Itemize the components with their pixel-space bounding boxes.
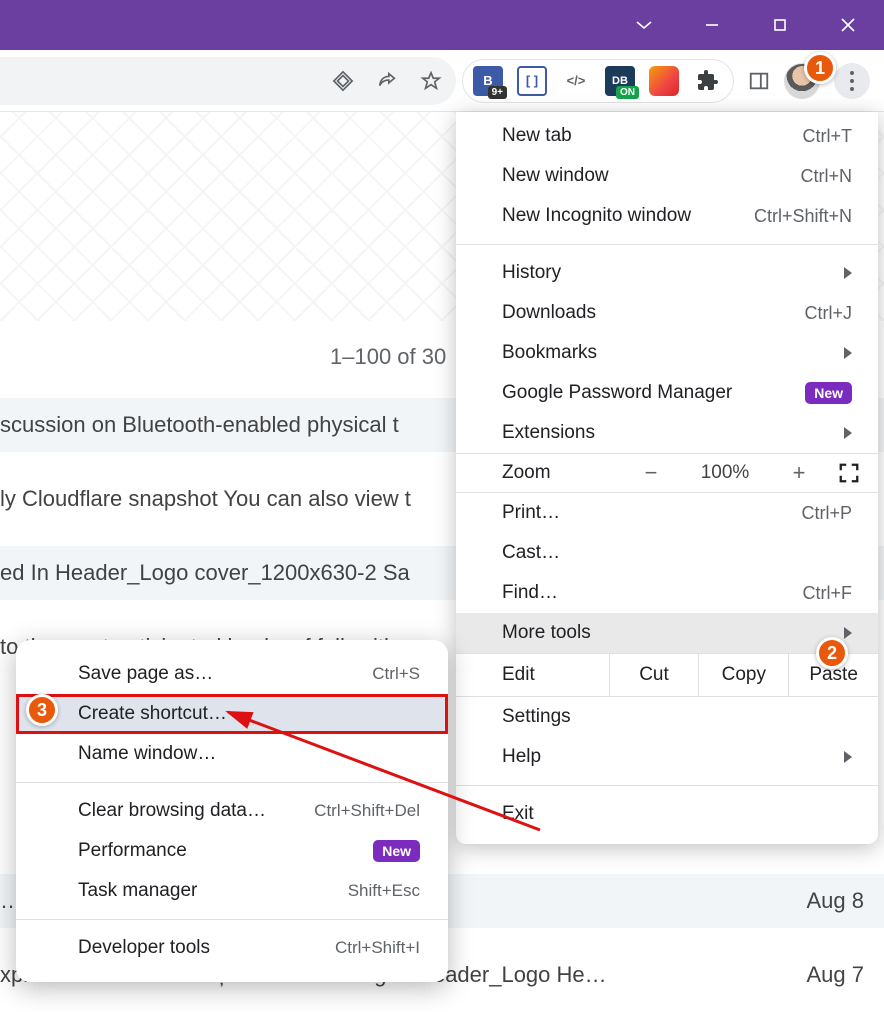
menu-new-window[interactable]: New windowCtrl+N	[456, 156, 878, 196]
menu-downloads[interactable]: DownloadsCtrl+J	[456, 293, 878, 333]
extension-icon-4[interactable]: DBON	[605, 66, 635, 96]
titlebar-chevron-icon[interactable]	[614, 5, 674, 45]
menu-cast[interactable]: Cast…	[456, 533, 878, 573]
chevron-right-icon	[844, 347, 852, 359]
menu-new-tab[interactable]: New tabCtrl+T	[456, 116, 878, 156]
menu-history[interactable]: History	[456, 253, 878, 293]
extension-icon-5[interactable]	[649, 66, 679, 96]
menu-exit[interactable]: Exit	[456, 794, 878, 834]
extension-icon-1[interactable]: B9+	[473, 66, 503, 96]
menu-help[interactable]: Help	[456, 737, 878, 777]
maximize-button[interactable]	[750, 5, 810, 45]
extensions-tray: B9+ [ ] </> DBON	[462, 59, 734, 103]
submenu-create-shortcut[interactable]: Create shortcut…	[16, 694, 448, 734]
side-panel-icon[interactable]	[748, 70, 770, 92]
submenu-name-window[interactable]: Name window…	[16, 734, 448, 774]
share-icon[interactable]	[376, 70, 398, 92]
window-titlebar	[0, 0, 884, 50]
submenu-clear-data[interactable]: Clear browsing data…Ctrl+Shift+Del	[16, 791, 448, 831]
chevron-right-icon	[844, 427, 852, 439]
menu-find[interactable]: Find…Ctrl+F	[456, 573, 878, 613]
submenu-task-manager[interactable]: Task managerShift+Esc	[16, 871, 448, 911]
chevron-right-icon	[844, 751, 852, 763]
extension-icon-2[interactable]: [ ]	[517, 66, 547, 96]
zoom-value: 100%	[690, 462, 760, 484]
chrome-main-menu: New tabCtrl+T New windowCtrl+N New Incog…	[456, 112, 878, 844]
bookmark-star-icon[interactable]	[420, 70, 442, 92]
menu-incognito[interactable]: New Incognito windowCtrl+Shift+N	[456, 196, 878, 236]
extension-icon-3[interactable]: </>	[561, 66, 591, 96]
menu-password-manager[interactable]: Google Password ManagerNew	[456, 373, 878, 413]
chrome-menu-button[interactable]	[834, 63, 870, 99]
submenu-save-page[interactable]: Save page as…Ctrl+S	[16, 654, 448, 694]
callout-3: 3	[26, 694, 58, 726]
copy-button[interactable]: Copy	[698, 654, 788, 696]
zoom-out-button[interactable]: −	[630, 460, 672, 486]
menu-zoom-row: Zoom − 100% +	[456, 453, 878, 493]
submenu-performance[interactable]: PerformanceNew	[16, 831, 448, 871]
menu-print[interactable]: Print…Ctrl+P	[456, 493, 878, 533]
chevron-right-icon	[844, 627, 852, 639]
menu-edit-row: Edit Cut Copy Paste	[456, 653, 878, 697]
lens-icon[interactable]	[332, 70, 354, 92]
zoom-label: Zoom	[502, 462, 612, 484]
menu-bookmarks[interactable]: Bookmarks	[456, 333, 878, 373]
menu-extensions[interactable]: Extensions	[456, 413, 878, 453]
menu-more-tools[interactable]: More tools	[456, 613, 878, 653]
omnibox-area[interactable]	[0, 57, 456, 105]
submenu-dev-tools[interactable]: Developer toolsCtrl+Shift+I	[16, 928, 448, 968]
edit-label: Edit	[456, 654, 609, 696]
cut-button[interactable]: Cut	[609, 654, 699, 696]
close-button[interactable]	[818, 5, 878, 45]
more-tools-submenu: Save page as…Ctrl+S Create shortcut… Nam…	[16, 640, 448, 982]
browser-toolbar: B9+ [ ] </> DBON	[0, 50, 884, 112]
chevron-right-icon	[844, 267, 852, 279]
extensions-puzzle-icon[interactable]	[693, 66, 723, 96]
menu-settings[interactable]: Settings	[456, 697, 878, 737]
callout-1: 1	[804, 52, 836, 84]
minimize-button[interactable]	[682, 5, 742, 45]
zoom-in-button[interactable]: +	[778, 460, 820, 486]
fullscreen-icon[interactable]	[838, 462, 860, 484]
callout-2: 2	[816, 637, 848, 669]
